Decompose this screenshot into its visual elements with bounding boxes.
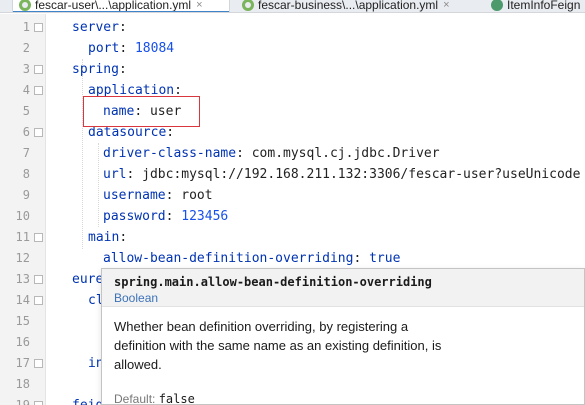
yaml-key: port (88, 41, 120, 56)
interface-icon (491, 0, 503, 11)
code-line-19: feig (72, 395, 103, 405)
fold-toggle-icon[interactable] (34, 86, 43, 95)
yaml-key: username (103, 188, 166, 203)
yaml-value: jdbc:mysql://192.168.211.132:3306/fescar… (142, 167, 581, 182)
indent-guide (82, 59, 83, 249)
fold-toggle-icon[interactable] (34, 65, 43, 74)
default-label: Default: (114, 392, 156, 405)
yaml-value: 18084 (134, 41, 175, 56)
line-number: 4 (22, 83, 30, 97)
yaml-file-icon (242, 0, 254, 11)
editor-tab-bar: fescar-user\...\application.yml × fescar… (0, 0, 585, 13)
line-number: 5 (22, 104, 30, 118)
default-value: false (158, 392, 195, 405)
annotation-highlight-box (83, 96, 200, 127)
property-description: Whether bean definition overriding, by r… (114, 319, 442, 372)
code-line-8: url: jdbc:mysql://192.168.211.132:3306/f… (103, 167, 581, 182)
line-number: 10 (15, 209, 30, 223)
line-number: 18 (15, 377, 30, 391)
yaml-key: password (103, 209, 166, 224)
yaml-key: eure (72, 272, 104, 287)
line-number-gutter: 1 2 3 4 5 6 7 8 9 10 11 12 13 14 15 16 1… (0, 14, 46, 405)
code-line-3: spring: (72, 62, 127, 77)
line-number: 9 (22, 188, 30, 202)
yaml-key: allow-bean-definition-overriding (103, 251, 354, 266)
line-number: 19 (15, 398, 30, 405)
line-number: 2 (22, 41, 30, 55)
line-number: 6 (22, 125, 30, 139)
code-line-9: username: root (103, 188, 213, 203)
quick-documentation-popup: spring.main.allow-bean-definition-overri… (101, 268, 585, 405)
fold-toggle-icon[interactable] (34, 275, 43, 284)
line-number: 15 (15, 314, 30, 328)
code-line-11: main: (88, 230, 128, 245)
yaml-key: spring (72, 62, 119, 77)
tab-fescar-user-application-yml[interactable]: fescar-user\...\application.yml × (12, 0, 230, 12)
line-number: 14 (15, 293, 30, 307)
tab-fescar-business-application-yml[interactable]: fescar-business\...\application.yml × (236, 0, 476, 12)
fold-toggle-icon[interactable] (34, 359, 43, 368)
yaml-key: feig (72, 398, 103, 405)
close-icon[interactable]: × (196, 0, 202, 11)
indent-guide (98, 143, 99, 227)
fold-toggle-icon[interactable] (34, 23, 43, 32)
fold-toggle-icon[interactable] (34, 296, 43, 305)
line-number: 7 (22, 146, 30, 160)
yaml-value: root (181, 188, 213, 203)
fold-toggle-icon[interactable] (34, 233, 43, 242)
line-number: 13 (15, 272, 30, 286)
tab-label: ItemInfoFeign (507, 0, 581, 12)
code-line-10: password: 123456 (103, 209, 229, 224)
close-icon[interactable]: × (443, 0, 449, 11)
code-line-7: driver-class-name: com.mysql.cj.jdbc.Dri… (103, 146, 440, 161)
property-default: Default: false (114, 392, 195, 405)
yaml-key: datasource (88, 125, 167, 140)
line-number: 11 (15, 230, 30, 244)
code-line-2: port: 18084 (88, 41, 175, 56)
line-number: 16 (15, 335, 30, 349)
yaml-key: url (103, 167, 127, 182)
yaml-key: driver-class-name (103, 146, 237, 161)
line-number: 12 (15, 251, 30, 265)
tab-iteminfofeign[interactable]: ItemInfoFeign (487, 0, 585, 12)
line-number: 3 (22, 62, 30, 76)
yaml-value: 123456 (181, 209, 229, 224)
yaml-key: server (72, 20, 119, 35)
line-number: 1 (22, 20, 30, 34)
fold-toggle-icon[interactable] (34, 401, 43, 405)
tab-label: fescar-user\...\application.yml (35, 0, 192, 12)
property-type: Boolean (114, 291, 159, 305)
code-line-1: server: (72, 20, 127, 35)
line-number: 8 (22, 167, 30, 181)
yaml-key: main (88, 230, 120, 245)
fold-toggle-icon[interactable] (34, 128, 43, 137)
popup-header: spring.main.allow-bean-definition-overri… (102, 269, 584, 307)
yaml-value: com.mysql.cj.jdbc.Driver (251, 146, 440, 161)
line-number: 17 (15, 356, 30, 370)
property-name: spring.main.allow-bean-definition-overri… (114, 275, 432, 289)
yaml-file-icon (19, 0, 31, 11)
code-line-12: allow-bean-definition-overriding: true (103, 251, 401, 266)
yaml-value: true (369, 251, 401, 266)
code-line-13: eure (72, 269, 103, 290)
tab-label: fescar-business\...\application.yml (258, 0, 439, 12)
